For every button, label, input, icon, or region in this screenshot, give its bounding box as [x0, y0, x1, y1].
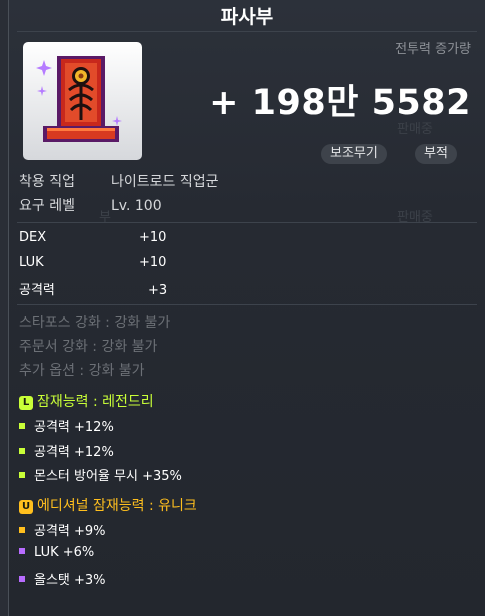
requirement-label: 착용 직업 [19, 174, 75, 190]
stat-label: DEX [19, 230, 47, 245]
requirement-label: 요구 레벨 [19, 198, 75, 214]
additional-potential-title: 에디셔널 잠재능력 : 유니크 [37, 498, 197, 514]
potential-option: 몬스터 방어율 무시 +35% [34, 469, 182, 484]
additional-potential-line: 올스탯 +3% [19, 569, 106, 588]
potential-option: 공격력 +12% [34, 420, 114, 435]
requirement-value: 나이트로드 직업군 [111, 174, 219, 190]
divider [17, 304, 477, 305]
stat-value: +10 [139, 230, 167, 245]
additional-option: LUK +6% [34, 545, 95, 560]
red-talisman-icon [36, 56, 122, 142]
requirement-value: Lv. 100 [111, 198, 162, 214]
potential-line: 공격력 +12% [19, 416, 114, 435]
additional-potential-header: U 에디셔널 잠재능력 : 유니크 [19, 495, 197, 515]
stat-value: +3 [148, 283, 168, 298]
bullet-icon [19, 527, 25, 533]
faded-label: 판매중 [397, 122, 433, 137]
stat-label: 공격력 [19, 283, 55, 298]
additional-option: 공격력 +9% [34, 524, 106, 539]
divider [17, 31, 477, 32]
upgrade-info: 스타포스 강화 : 강화 불가 [19, 315, 171, 331]
combat-power-label: 전투력 증가량 [395, 42, 471, 57]
potential-title: 잠재능력 : 레전드리 [37, 394, 154, 410]
stat-row: 공격력 +3 [19, 279, 167, 298]
legendary-badge-icon: L [19, 396, 33, 410]
potential-line: 몬스터 방어율 무시 +35% [19, 465, 182, 484]
stat-value: +10 [139, 255, 167, 270]
stat-row: LUK +10 [19, 255, 166, 270]
potential-option: 공격력 +12% [34, 445, 114, 460]
bullet-icon [19, 423, 25, 429]
potential-header: L 잠재능력 : 레전드리 [19, 391, 154, 411]
divider [17, 222, 477, 223]
bullet-icon [19, 472, 25, 478]
tag-item-category: 부적 [415, 144, 457, 164]
bullet-icon [19, 576, 25, 582]
additional-potential-line: LUK +6% [19, 545, 94, 560]
item-name: 파사부 [220, 6, 274, 28]
item-tooltip: 파사부 전투력 증가량 + 198만 5582 판매중 판매중 부 보조무기 부… [8, 0, 485, 616]
upgrade-info: 주문서 강화 : 강화 불가 [19, 339, 158, 355]
requirement-row: 요구 레벨 Lv. 100 [19, 195, 162, 215]
unique-badge-icon: U [19, 500, 33, 514]
item-icon-frame [23, 42, 142, 160]
tag-weapon-type: 보조무기 [321, 144, 387, 164]
additional-option: 올스탯 +3% [34, 573, 106, 588]
stat-row: DEX +10 [19, 230, 166, 245]
requirement-row: 착용 직업 나이트로드 직업군 [19, 171, 219, 191]
bullet-icon [19, 448, 25, 454]
upgrade-info: 추가 옵션 : 강화 불가 [19, 363, 145, 379]
stat-label: LUK [19, 255, 44, 270]
bullet-icon [19, 548, 25, 554]
additional-potential-line: 공격력 +9% [19, 520, 106, 539]
potential-line: 공격력 +12% [19, 441, 114, 460]
